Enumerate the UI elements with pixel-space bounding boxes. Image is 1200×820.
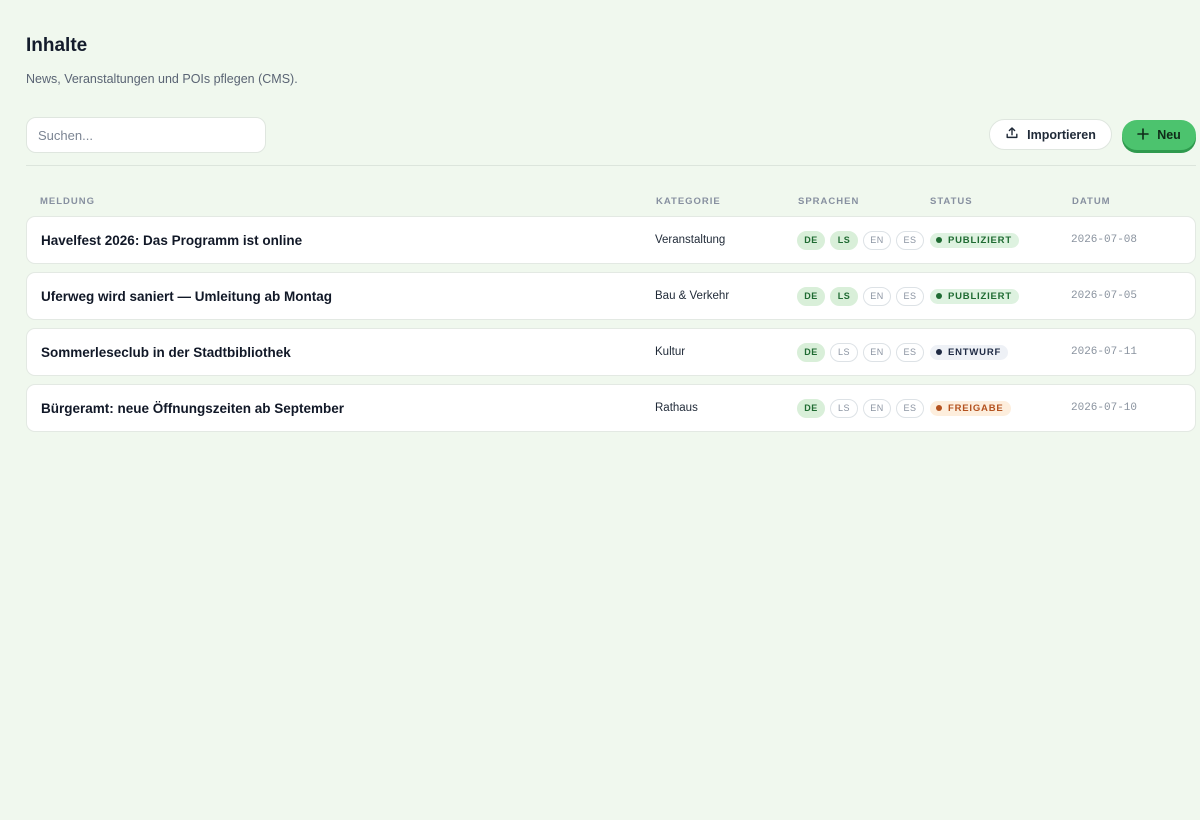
language-pill-ls[interactable]: LS [830,342,858,362]
column-header-kategorie: KATEGORIE [656,196,721,207]
language-pill-en[interactable]: EN [863,286,891,306]
row-languages: DE LS EN ES [797,385,924,431]
row-date: 2026-07-10 [1071,402,1138,414]
row-date: 2026-07-08 [1071,234,1138,246]
row-category: Kultur [655,346,686,358]
language-pill-de[interactable]: DE [797,286,825,306]
toolbar-divider [26,165,1196,166]
language-pill-en[interactable]: EN [863,398,891,418]
row-languages: DE LS EN ES [797,217,924,263]
new-button[interactable]: Neu [1122,120,1196,150]
row-category: Rathaus [655,402,698,414]
column-header-sprachen: SPRACHEN [798,196,860,207]
row-status: FREIGABE [930,385,1011,431]
language-pill-en[interactable]: EN [863,230,891,250]
table-row[interactable]: Uferweg wird saniert — Umleitung ab Mont… [26,272,1196,320]
row-title[interactable]: Havelfest 2026: Das Programm ist online [41,217,302,263]
language-pill-de[interactable]: DE [797,230,825,250]
row-date: 2026-07-05 [1071,290,1138,302]
language-pill-ls[interactable]: LS [830,286,858,306]
row-date: 2026-07-11 [1071,346,1138,358]
page-subtitle: News, Veranstaltungen und POIs pflegen (… [26,72,298,86]
status-badge: PUBLIZIERT [930,288,1019,304]
status-badge: ENTWURF [930,344,1009,360]
status-label: PUBLIZIERT [948,290,1012,302]
status-dot-icon [936,405,942,411]
row-languages: DE LS EN ES [797,329,924,375]
row-category: Veranstaltung [655,234,726,246]
row-status: PUBLIZIERT [930,217,1019,263]
status-label: PUBLIZIERT [948,234,1012,246]
language-pill-ls[interactable]: LS [830,230,858,250]
language-pill-es[interactable]: ES [896,342,924,362]
row-title[interactable]: Uferweg wird saniert — Umleitung ab Mont… [41,273,332,319]
status-label: ENTWURF [948,346,1002,358]
status-dot-icon [936,237,942,243]
table-header: MELDUNG KATEGORIE SPRACHEN STATUS DATUM [26,196,1196,208]
status-badge: PUBLIZIERT [930,232,1019,248]
language-pill-es[interactable]: ES [896,286,924,306]
language-pill-de[interactable]: DE [797,342,825,362]
import-button-label: Importieren [1027,127,1096,142]
row-languages: DE LS EN ES [797,273,924,319]
row-status: ENTWURF [930,329,1009,375]
new-button-label: Neu [1157,128,1181,142]
status-dot-icon [936,349,942,355]
column-header-datum: DATUM [1072,196,1111,207]
status-label: FREIGABE [948,402,1004,414]
column-header-status: STATUS [930,196,973,207]
search-input[interactable] [26,117,266,153]
table-row[interactable]: Sommerleseclub in der Stadtbibliothek Kul… [26,328,1196,376]
import-button[interactable]: Importieren [989,119,1112,150]
row-status: PUBLIZIERT [930,273,1019,319]
language-pill-de[interactable]: DE [797,398,825,418]
content-table: Havelfest 2026: Das Programm ist online V… [26,216,1196,440]
row-title[interactable]: Sommerleseclub in der Stadtbibliothek [41,329,291,375]
upload-icon [1005,126,1019,143]
status-dot-icon [936,293,942,299]
row-category: Bau & Verkehr [655,290,730,302]
language-pill-en[interactable]: EN [863,342,891,362]
table-row[interactable]: Havelfest 2026: Das Programm ist online V… [26,216,1196,264]
language-pill-es[interactable]: ES [896,230,924,250]
language-pill-ls[interactable]: LS [830,398,858,418]
plus-icon [1137,127,1149,143]
status-badge: FREIGABE [930,400,1011,416]
row-title[interactable]: Bürgeramt: neue Öffnungszeiten ab Septem… [41,385,344,431]
page-title: Inhalte [26,35,88,56]
table-row[interactable]: Bürgeramt: neue Öffnungszeiten ab Septem… [26,384,1196,432]
language-pill-es[interactable]: ES [896,398,924,418]
column-header-meldung: MELDUNG [40,196,96,207]
